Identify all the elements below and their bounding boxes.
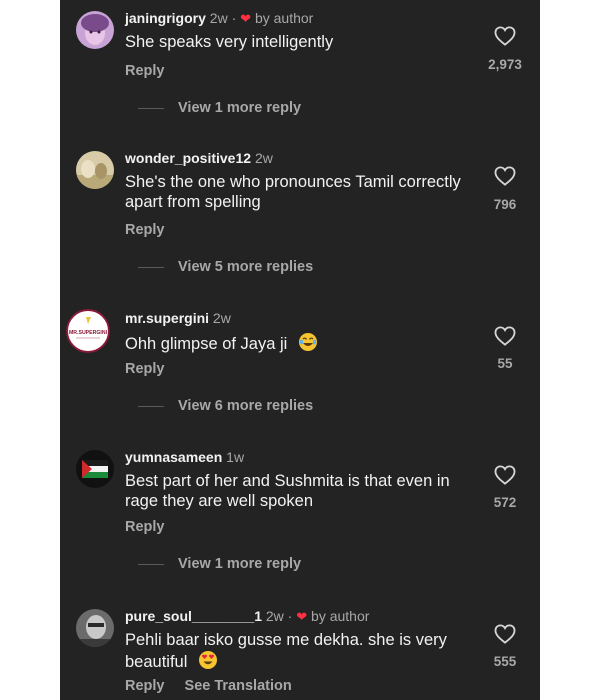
avatar[interactable] [76, 11, 114, 49]
view-replies-label: View 5 more replies [178, 259, 314, 275]
comment-age: 2w [254, 150, 273, 166]
comments-panel: janingrigory 2w · ❤ by author She speaks… [60, 0, 540, 700]
laughing-emoji-icon [298, 333, 317, 351]
view-replies-button[interactable]: View 6 more replies [138, 398, 313, 414]
divider [138, 266, 164, 268]
comment-actions: Reply See Translation [125, 678, 308, 694]
view-replies-button[interactable]: View 1 more reply [138, 556, 301, 572]
comment-meta: janingrigory 2w · ❤ by author [125, 10, 314, 26]
view-replies-button[interactable]: View 1 more reply [138, 100, 301, 116]
like-heart-icon[interactable] [494, 166, 516, 186]
by-author-label: by author [311, 608, 370, 624]
username[interactable]: janingrigory [125, 10, 206, 26]
comment-text-content: Pehli baar isko gusse me dekha. she is v… [125, 631, 447, 671]
see-translation-button[interactable]: See Translation [185, 678, 292, 694]
username[interactable]: mr.supergini [125, 310, 209, 326]
comment-age: 2w [265, 608, 284, 624]
comment-text: She speaks very intelligently [125, 33, 334, 51]
reply-button[interactable]: Reply [125, 361, 165, 377]
like-heart-icon[interactable] [494, 26, 516, 46]
avatar[interactable] [76, 450, 114, 488]
avatar[interactable] [76, 151, 114, 189]
view-replies-label: View 1 more reply [178, 100, 302, 116]
by-author-label: by author [254, 10, 314, 26]
like-count: 572 [493, 495, 517, 510]
comment-actions: Reply [125, 222, 181, 238]
reply-button[interactable]: Reply [125, 519, 165, 535]
comment-text: Pehli baar isko gusse me dekha. she is v… [125, 630, 475, 672]
comment-age: 2w [209, 10, 228, 26]
comment-age: 1w [226, 449, 245, 465]
like-count: 55 [497, 356, 513, 371]
like-count: 555 [493, 654, 517, 669]
username[interactable]: pure_soul________1 [125, 608, 262, 624]
comment-text: Ohh glimpse of Jaya ji [125, 332, 475, 354]
like-heart-icon[interactable] [494, 326, 516, 346]
username[interactable]: yumnasameen [125, 449, 222, 465]
comment-actions: Reply [125, 519, 181, 535]
comment-text: She's the one who pronounces Tamil corre… [125, 173, 461, 211]
like-count: 796 [493, 197, 517, 212]
comment-meta: mr.supergini 2w [125, 310, 231, 326]
view-replies-label: View 6 more replies [178, 398, 314, 414]
view-replies-button[interactable]: View 5 more replies [138, 259, 313, 275]
like-heart-icon[interactable] [494, 465, 516, 485]
comment-meta: yumnasameen 1w [125, 449, 244, 465]
like-count: 2,973 [488, 57, 522, 72]
comment-meta: pure_soul________1 2w · ❤ by author [125, 608, 370, 624]
view-replies-label: View 1 more reply [178, 556, 302, 572]
author-heart-icon: ❤ [296, 609, 308, 624]
heart-eyes-emoji-icon [198, 651, 217, 669]
reply-button[interactable]: Reply [125, 222, 165, 238]
comment-age: 2w [212, 310, 231, 326]
comment-text-content: Ohh glimpse of Jaya ji [125, 335, 288, 353]
comment-text: Best part of her and Sushmita is that ev… [125, 472, 450, 510]
username[interactable]: wonder_positive12 [125, 150, 251, 166]
avatar-logo-text: MR.SUPERGINI [69, 330, 108, 336]
avatar[interactable]: MR.SUPERGINI [66, 309, 110, 353]
comment-actions: Reply [125, 361, 181, 377]
avatar[interactable] [76, 609, 114, 647]
author-heart-icon: ❤ [240, 11, 252, 26]
divider [138, 405, 164, 407]
reply-button[interactable]: Reply [125, 678, 165, 694]
like-heart-icon[interactable] [494, 624, 516, 644]
divider [138, 107, 164, 109]
reply-button[interactable]: Reply [125, 63, 165, 79]
comment-meta: wonder_positive12 2w [125, 150, 273, 166]
comment-actions: Reply [125, 63, 181, 79]
divider [138, 563, 164, 565]
